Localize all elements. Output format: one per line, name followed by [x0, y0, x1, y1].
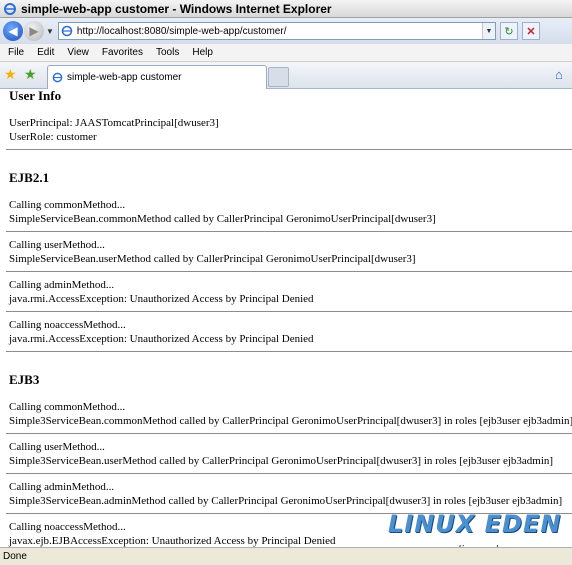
- ejb21-call-noaccess: Calling noaccessMethod...: [9, 319, 126, 331]
- back-button[interactable]: ◀: [3, 21, 23, 41]
- watermark-logo: LINUX EDEN: [388, 510, 562, 538]
- ejb21-heading: EJB2.1: [9, 170, 50, 185]
- divider: [6, 433, 572, 434]
- ejb21-result-noaccess: java.rmi.AccessException: Unauthorized A…: [9, 333, 314, 345]
- history-dropdown-icon[interactable]: ▼: [46, 27, 54, 36]
- user-info-heading: User Info: [9, 89, 62, 103]
- menu-favorites[interactable]: Favorites: [102, 47, 143, 58]
- divider: [6, 473, 572, 474]
- ejb21-call-admin: Calling adminMethod...: [9, 279, 115, 291]
- menu-edit[interactable]: Edit: [37, 47, 54, 58]
- new-tab-button[interactable]: [268, 67, 289, 87]
- ejb3-call-noaccess: Calling noaccessMethod...: [9, 521, 126, 533]
- page-content: User Info UserPrincipal: JAASTomcatPrinc…: [0, 89, 572, 547]
- add-favorites-icon[interactable]: ★: [24, 66, 37, 83]
- status-bar: Done: [0, 547, 572, 565]
- ejb21-call-user: Calling userMethod...: [9, 239, 105, 251]
- menu-help[interactable]: Help: [192, 47, 213, 58]
- status-text: Done: [3, 551, 27, 562]
- menu-view[interactable]: View: [67, 47, 89, 58]
- ejb3-result-admin: Simple3ServiceBean.adminMethod called by…: [9, 495, 563, 507]
- ejb3-result-noaccess: javax.ejb.EJBAccessException: Unauthoriz…: [9, 535, 336, 547]
- ejb21-result-admin: java.rmi.AccessException: Unauthorized A…: [9, 293, 314, 305]
- user-role: UserRole: customer: [9, 131, 97, 143]
- ejb21-result-common: SimpleServiceBean.commonMethod called by…: [9, 213, 436, 225]
- title-bar: simple-web-app customer - Windows Intern…: [0, 0, 572, 18]
- divider: [6, 351, 572, 352]
- address-toolbar: ◀ ▶ ▼ http://localhost:8080/simple-web-a…: [0, 18, 572, 44]
- ejb3-call-common: Calling commonMethod...: [9, 401, 126, 413]
- tab-label: simple-web-app customer: [67, 72, 182, 83]
- tab-page-icon: [52, 72, 63, 83]
- tab-current[interactable]: simple-web-app customer: [47, 65, 267, 89]
- ejb3-heading: EJB3: [9, 372, 40, 387]
- forward-button[interactable]: ▶: [24, 21, 44, 41]
- favorites-star-icon[interactable]: ★: [4, 66, 17, 83]
- ejb3-result-user: Simple3ServiceBean.userMethod called by …: [9, 455, 554, 467]
- address-dropdown-icon[interactable]: ▼: [481, 23, 495, 39]
- divider: [6, 311, 572, 312]
- user-principal: UserPrincipal: JAASTomcatPrincipal[dwuse…: [9, 117, 219, 129]
- ejb3-call-user: Calling userMethod...: [9, 441, 105, 453]
- address-url: http://localhost:8080/simple-web-app/cus…: [76, 25, 287, 37]
- ejb21-call-common: Calling commonMethod...: [9, 199, 126, 211]
- address-field[interactable]: http://localhost:8080/simple-web-app/cus…: [57, 22, 496, 40]
- ie-logo-icon: [4, 2, 16, 15]
- stop-button[interactable]: ✕: [521, 22, 540, 40]
- menu-tools[interactable]: Tools: [156, 47, 179, 58]
- menu-bar: File Edit View Favorites Tools Help: [0, 44, 572, 62]
- divider: [6, 231, 572, 232]
- refresh-button[interactable]: ↻: [499, 22, 518, 40]
- ejb3-result-common: Simple3ServiceBean.commonMethod called b…: [9, 415, 572, 427]
- page-icon: [61, 25, 73, 37]
- menu-file[interactable]: File: [8, 47, 24, 58]
- window-title: simple-web-app customer - Windows Intern…: [21, 1, 332, 16]
- divider: [6, 271, 572, 272]
- tabs-bar: ★ ★ simple-web-app customer ⌂: [0, 62, 572, 89]
- divider: [6, 149, 572, 150]
- ejb21-result-user: SimpleServiceBean.userMethod called by C…: [9, 253, 416, 265]
- ejb3-call-admin: Calling adminMethod...: [9, 481, 115, 493]
- home-icon[interactable]: ⌂: [555, 67, 563, 82]
